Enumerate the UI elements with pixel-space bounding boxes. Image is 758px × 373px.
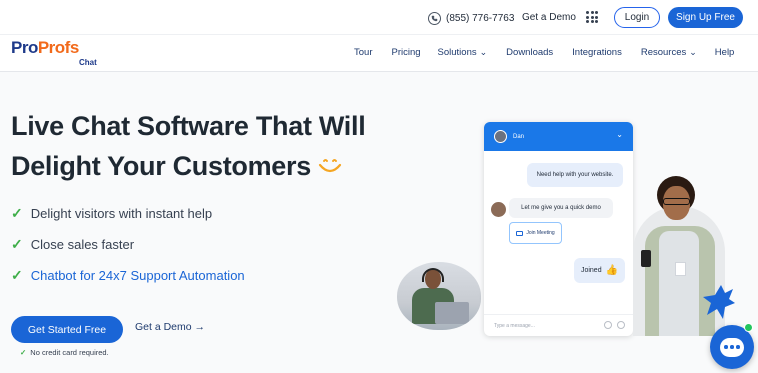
nav-tour-label: Tour: [354, 47, 373, 58]
nav-tour[interactable]: Tour: [354, 47, 372, 58]
nav-downloads[interactable]: Downloads: [506, 47, 553, 58]
joined-text: Joined: [580, 267, 602, 274]
nav-downloads-label: Downloads: [506, 47, 554, 58]
join-meeting-button: Join Meeting: [509, 222, 562, 244]
check-icon: ✓: [11, 236, 23, 252]
nav-pricing-label: Pricing: [391, 47, 421, 58]
attachment-icon: [604, 321, 612, 329]
visitor-message: Need help with your website.: [527, 163, 623, 187]
agent-message: Let me give you a quick demo: [509, 198, 613, 218]
nav-help[interactable]: Help: [715, 47, 735, 58]
headline-line-1: Live Chat Software That Will: [11, 111, 366, 141]
nav-solutions[interactable]: Solutions ⌄: [438, 47, 488, 58]
note-text: No credit card required.: [30, 348, 109, 357]
logo-wordmark: ProProfs: [11, 38, 79, 58]
nav-links: Tour Pricing Solutions ⌄ Downloads Integr…: [354, 47, 734, 58]
feature-text: Delight visitors with instant help: [30, 206, 213, 221]
proprofs-logo[interactable]: ProProfs Chat: [11, 38, 97, 67]
chat-agent-name: Dan: [513, 133, 525, 140]
no-credit-card-note: ✓ No credit card required.: [20, 348, 109, 357]
feature-item-link[interactable]: ✓ Chatbot for 24x7 Support Automation: [11, 260, 245, 291]
get-started-button[interactable]: Get Started Free: [11, 316, 123, 343]
get-demo-link[interactable]: Get a Demo →: [135, 321, 205, 333]
feature-text: Close sales faster: [30, 237, 135, 252]
smile-icon: [318, 159, 342, 173]
chat-bubble-icon: [720, 337, 744, 357]
get-demo-link-top[interactable]: Get a Demo: [522, 12, 576, 23]
decorative-splash: [703, 285, 735, 319]
joined-message: Joined 👍: [574, 258, 625, 283]
chevron-down-icon: ⌄: [616, 130, 623, 139]
nav-integrations[interactable]: Integrations: [572, 47, 622, 58]
nav-integrations-label: Integrations: [572, 47, 622, 58]
nav-pricing[interactable]: Pricing: [391, 47, 420, 58]
nav-resources[interactable]: Resources ⌄: [641, 47, 697, 58]
phone-icon: [428, 11, 441, 25]
hero-headline: Live Chat Software That Will Delight You…: [11, 106, 366, 186]
feature-list: ✓ Delight visitors with instant help ✓ C…: [11, 198, 245, 291]
check-icon: ✓: [11, 267, 23, 283]
phone-number: (855) 776-7763: [446, 12, 515, 24]
nav-solutions-label: Solutions: [437, 47, 477, 58]
login-button[interactable]: Login: [614, 7, 660, 28]
logo-profs: Profs: [37, 38, 79, 57]
chevron-down-icon: ⌄: [479, 47, 488, 57]
nav-help-label: Help: [714, 47, 735, 58]
phone-link[interactable]: (855) 776-7763: [428, 10, 514, 26]
signup-button[interactable]: Sign Up Free: [668, 7, 743, 28]
feature-item: ✓ Delight visitors with instant help: [11, 198, 245, 229]
main-nav: ProProfs Chat Tour Pricing Solutions ⌄ Do…: [0, 34, 758, 72]
online-status-dot: [744, 323, 753, 332]
chat-input: Type a message...: [484, 314, 633, 336]
feature-item: ✓ Close sales faster: [11, 229, 245, 260]
feature-text: Chatbot for 24x7 Support Automation: [30, 268, 245, 283]
avatar: [491, 202, 506, 217]
chat-header: Dan ⌄: [484, 122, 633, 151]
chat-input-placeholder: Type a message...: [494, 322, 535, 329]
agent-photo: [397, 262, 481, 330]
logo-pro: Pro: [11, 38, 38, 57]
join-meeting-label: Join Meeting: [526, 230, 555, 236]
headline-line-2: Delight Your Customers: [11, 151, 311, 181]
check-icon: ✓: [20, 348, 27, 357]
top-bar: (855) 776-7763 Get a Demo Login Sign Up …: [0, 0, 758, 34]
thumbs-up-icon: 👍: [605, 265, 619, 276]
apps-grid-icon[interactable]: [586, 11, 598, 23]
check-icon: ✓: [11, 205, 23, 221]
video-icon: [516, 230, 524, 236]
chevron-down-icon: ⌄: [689, 47, 697, 57]
emoji-icon: [617, 321, 625, 329]
avatar: [494, 130, 507, 143]
logo-subtitle: Chat: [79, 58, 97, 67]
chat-window-mockup: Dan ⌄ Need help with your website. Let m…: [484, 122, 633, 336]
nav-resources-label: Resources: [640, 47, 687, 58]
